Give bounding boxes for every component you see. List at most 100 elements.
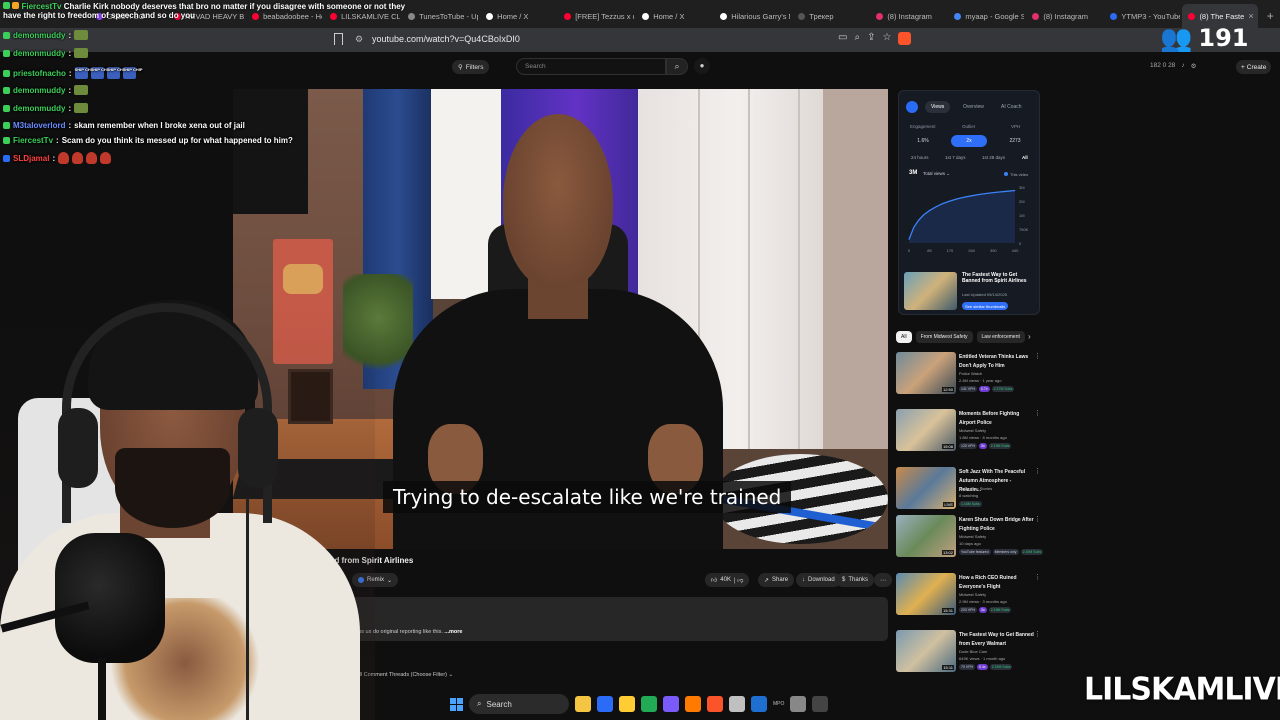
browser-tab[interactable]: myaap - Google Se xyxy=(948,4,1024,28)
recommendation-channel[interactable]: Relax Jazz Stories xyxy=(959,486,992,491)
video-thumbnail[interactable]: 15:31 xyxy=(896,573,956,615)
taskbar-app-icon[interactable] xyxy=(685,696,701,712)
windows-start-icon[interactable] xyxy=(450,697,463,711)
more-options-icon[interactable]: ⋮ xyxy=(1034,573,1041,581)
range-7d[interactable]: 1st 7 days xyxy=(945,155,966,160)
recommendation-stats: YouTube featured Members only 2.19M Subs xyxy=(959,549,1044,555)
range-24h[interactable]: 24 hours xyxy=(911,155,929,160)
thanks-button[interactable]: $ Thanks xyxy=(836,573,875,587)
recommendation-title[interactable]: Karen Shuts Down Bridge After Fighting P… xyxy=(959,516,1034,534)
stat-pill: 2.19M Subs xyxy=(1020,549,1044,555)
chat-pinned-message: FiercestTv Charlie Kirk nobody deserves … xyxy=(3,2,423,20)
browser-tab[interactable]: [FREE] Tezzus x dion xyxy=(558,4,634,28)
taskbar-app-icon[interactable] xyxy=(707,696,723,712)
more-options-icon[interactable]: ⋮ xyxy=(1034,515,1041,523)
chart-point xyxy=(978,194,980,195)
recommendation-item[interactable]: 15:11 The Fastest Way to Get Banned from … xyxy=(896,630,1044,674)
recommendation-item[interactable]: 15:08 Moments Before Fighting Airport Pol… xyxy=(896,409,1044,453)
range-28d[interactable]: 1st 28 days xyxy=(982,155,1005,160)
tab-label: Трекер xyxy=(809,11,834,21)
share-button[interactable]: ↗ Share xyxy=(758,573,795,587)
recommendation-item[interactable]: 12:50 Entitled Veteran Thinks Laws Don't … xyxy=(896,352,1044,396)
new-tab-button[interactable]: + xyxy=(1260,4,1280,28)
video-thumbnail[interactable]: 15:08 xyxy=(896,409,956,451)
metric-dropdown[interactable]: Total views ⌄ xyxy=(923,171,950,177)
thumbs-down-icon[interactable]: | 👎︎ xyxy=(734,576,743,584)
video-thumbnail[interactable]: LIVE xyxy=(896,467,956,509)
video-thumbnail[interactable]: 12:50 xyxy=(896,352,956,394)
recommendation-meta: 8 watching xyxy=(959,493,979,498)
voice-search-button[interactable]: ● xyxy=(694,58,710,74)
recommendation-item[interactable]: 13:02 Karen Shuts Down Bridge After Fight… xyxy=(896,515,1044,559)
zoom-icon[interactable]: ⌕ xyxy=(854,32,860,45)
recommendation-channel[interactable]: Police Watch xyxy=(959,371,982,376)
more-options-icon[interactable]: ⋮ xyxy=(1034,630,1041,638)
recommendation-title[interactable]: The Fastest Way to Get Banned from Every… xyxy=(959,631,1034,649)
brave-shield-icon[interactable] xyxy=(898,32,912,45)
like-button[interactable]: 👍︎ 40K | 👎︎ xyxy=(705,573,750,587)
browser-tab[interactable]: (8) Instagram xyxy=(870,4,946,28)
tab-ai-coach[interactable]: AI Coach xyxy=(995,101,1028,113)
tab-label: Hilarious Garry's Mo xyxy=(731,11,790,21)
stat-pill: 0.4x xyxy=(977,664,988,670)
description-more-link[interactable]: ...more xyxy=(444,629,462,635)
taskbar-app-icon[interactable] xyxy=(729,696,745,712)
create-button[interactable]: + Create xyxy=(1236,60,1272,74)
tab-views[interactable]: Views xyxy=(925,101,951,113)
taskbar-app-icon[interactable] xyxy=(812,696,829,712)
notifications-icon[interactable]: ♪ xyxy=(1181,62,1184,70)
filters-button[interactable]: ⚲ Filters xyxy=(452,60,490,74)
browser-tab[interactable]: Трекер xyxy=(792,4,868,28)
recommendation-channel[interactable]: Midwest Safety xyxy=(959,428,986,433)
close-tab-icon[interactable]: × xyxy=(1248,11,1253,21)
chart-point xyxy=(1007,190,1009,192)
y-tick-label: 750K xyxy=(1019,227,1029,232)
video-thumbnail[interactable]: 13:02 xyxy=(896,515,956,557)
share-icon[interactable]: ⇪ xyxy=(867,32,875,45)
chevron-right-icon[interactable]: › xyxy=(1028,332,1031,341)
recommendation-channel[interactable]: Dude Blue Cam xyxy=(959,649,987,654)
taskbar-app-icon[interactable] xyxy=(575,696,591,712)
recommendation-item[interactable]: LIVE Soft Jazz With The Peaceful Autumn A… xyxy=(896,467,1044,511)
recommendation-item[interactable]: 15:31 How a Rich CEO Ruined Everyone's Fl… xyxy=(896,573,1044,617)
download-button[interactable]: ↓ Download xyxy=(796,573,841,587)
range-all[interactable]: All xyxy=(1022,155,1028,160)
more-options-icon[interactable]: ⋮ xyxy=(1034,409,1041,417)
description-box[interactable]: elp helps us do original reporting like … xyxy=(320,597,888,641)
recommendation-title[interactable]: Entitled Veteran Thinks Laws Don't Apply… xyxy=(959,353,1034,371)
taskbar-search[interactable]: ⌕ Search xyxy=(469,694,569,714)
taskbar-app-icon[interactable] xyxy=(790,696,807,712)
search-input[interactable]: Search xyxy=(516,58,666,75)
taskbar-app-icon[interactable] xyxy=(751,696,767,712)
cast-icon[interactable]: ▭ xyxy=(838,32,847,45)
analytics-thumbnail[interactable] xyxy=(904,272,957,310)
browser-tab[interactable]: Home / X xyxy=(480,4,556,28)
browser-tab[interactable]: Home / X xyxy=(636,4,712,28)
browser-tab[interactable]: Hilarious Garry's Mo xyxy=(714,4,790,28)
recommendation-stats: 1.16M Subs xyxy=(959,501,982,507)
browser-tab[interactable]: (8) Instagram xyxy=(1026,4,1102,28)
chart-point xyxy=(992,192,994,193)
more-actions-button[interactable]: ⋯ xyxy=(874,573,892,587)
favicon-icon xyxy=(954,12,962,20)
tab-overview[interactable]: Overview xyxy=(957,101,990,113)
similar-thumbnails-button[interactable]: See similar thumbnails xyxy=(962,302,1009,310)
star-icon[interactable]: ☆ xyxy=(882,32,891,45)
taskbar-app-icon[interactable] xyxy=(641,696,657,712)
tab-label: Home / X xyxy=(497,11,529,21)
search-button[interactable]: ⌕ xyxy=(666,58,688,75)
more-options-icon[interactable]: ⋮ xyxy=(1034,352,1041,360)
more-options-icon[interactable]: ⋮ xyxy=(1034,467,1041,475)
chip-all[interactable]: All xyxy=(896,331,912,343)
recommendation-title[interactable]: Moments Before Fighting Airport Police xyxy=(959,410,1034,428)
settings-icon[interactable]: ⚙ xyxy=(1191,62,1197,70)
chip-law-enforcement[interactable]: Law enforcement xyxy=(976,331,1025,343)
chip-from-channel[interactable]: From Midwest Safety xyxy=(915,331,973,343)
recommendation-title[interactable]: How a Rich CEO Ruined Everyone's Flight xyxy=(959,574,1034,592)
video-thumbnail[interactable]: 15:11 xyxy=(896,630,956,672)
taskbar-app-icon[interactable] xyxy=(597,696,613,712)
taskbar-app-icon[interactable] xyxy=(663,696,679,712)
recommendation-channel[interactable]: Midwest Safety xyxy=(959,534,986,539)
recommendation-channel[interactable]: Midwest Safety xyxy=(959,592,986,597)
taskbar-app-icon[interactable] xyxy=(619,696,635,712)
